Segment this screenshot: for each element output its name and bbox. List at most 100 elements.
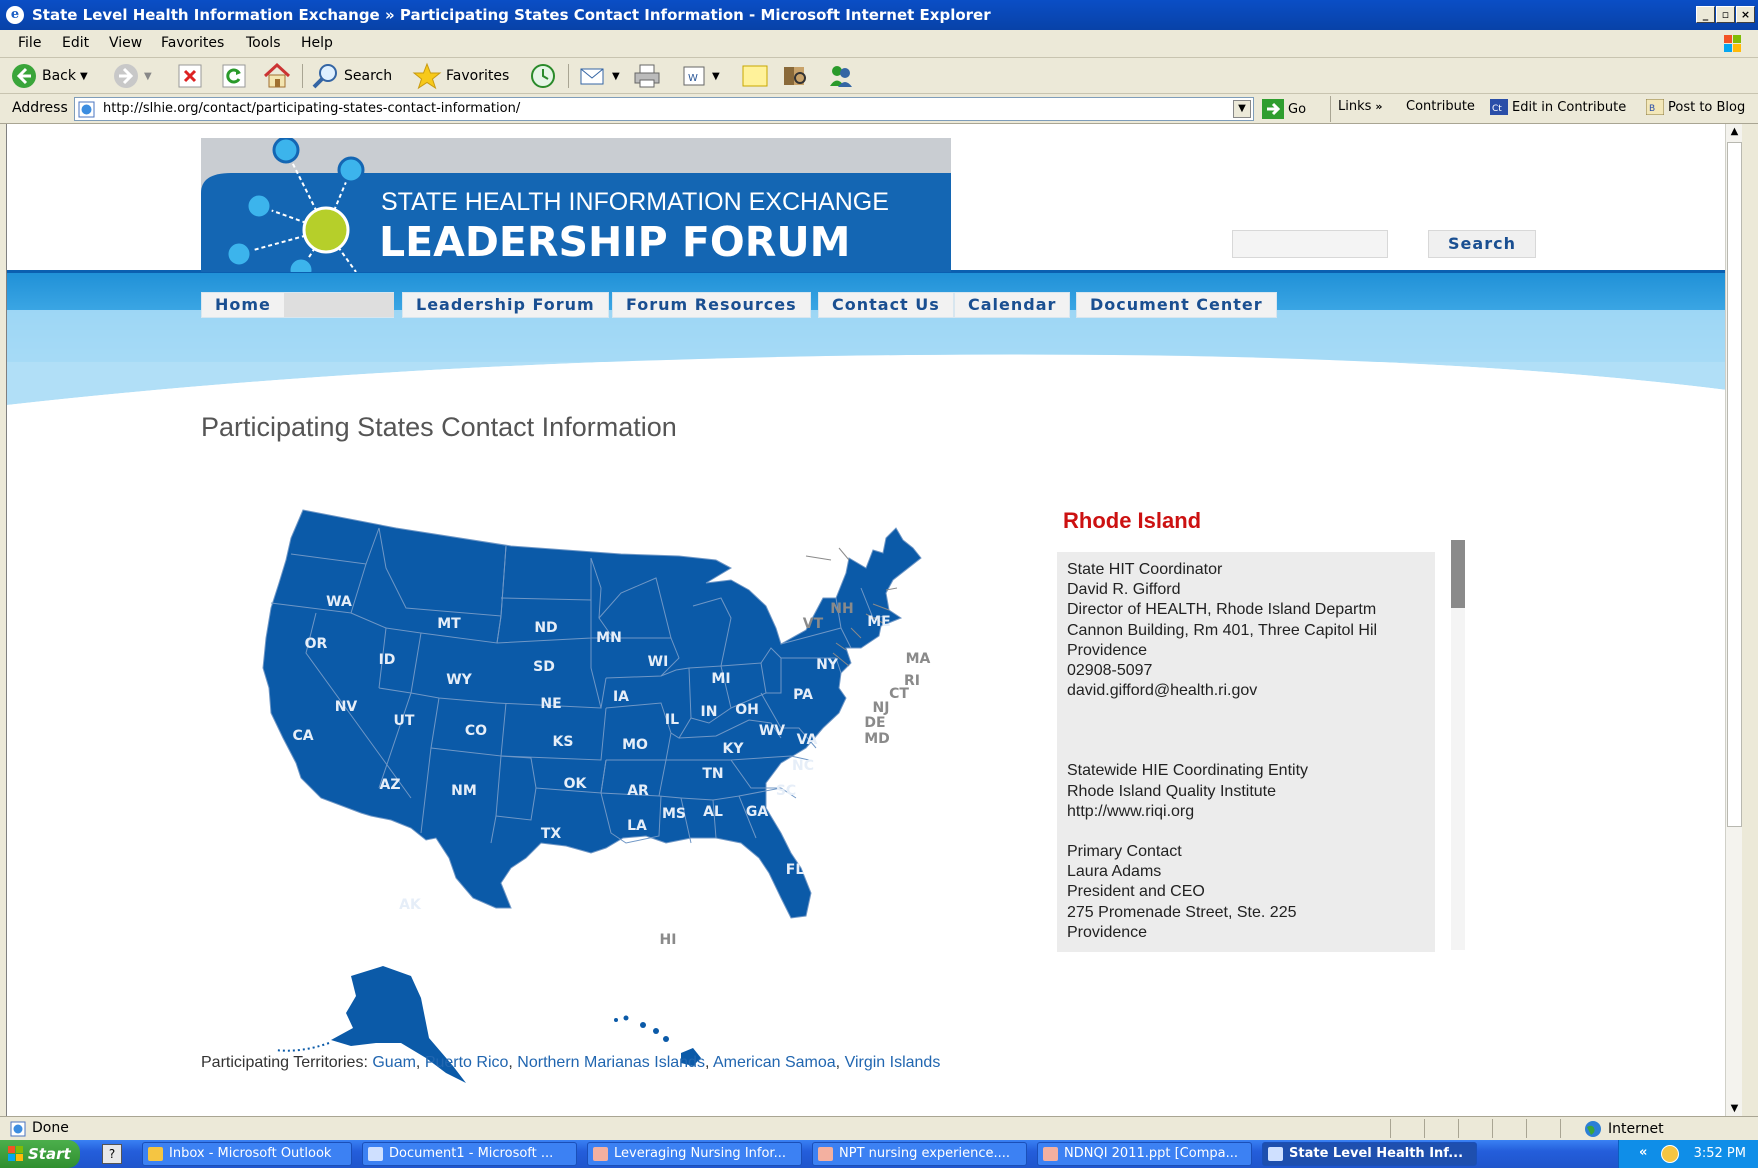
scroll-down-icon[interactable]: ▼ (1727, 1101, 1742, 1116)
nav-document-center[interactable]: Document Center (1076, 292, 1277, 318)
state-label-ar[interactable]: AR (627, 783, 649, 799)
state-label-pa[interactable]: PA (793, 687, 813, 703)
nav-home[interactable]: Home (201, 292, 394, 318)
scroll-up-icon[interactable]: ▲ (1727, 124, 1742, 139)
stop-button[interactable] (178, 62, 202, 90)
map-contiguous-us[interactable] (262, 509, 922, 919)
address-field[interactable]: http://slhie.org/contact/participating-s… (74, 97, 1254, 121)
territory-link-virgin-islands[interactable]: Virgin Islands (845, 1054, 941, 1071)
favorites-button[interactable]: Favorites (412, 62, 509, 90)
state-label-mt[interactable]: MT (437, 616, 461, 632)
restore-button[interactable]: ▫ (1716, 6, 1735, 23)
mail-button[interactable]: ▼ (578, 62, 620, 90)
task-ppt-npt[interactable]: NPT nursing experience.... (812, 1142, 1027, 1166)
state-label-co[interactable]: CO (465, 723, 487, 739)
state-label-vt[interactable]: VT (803, 616, 824, 632)
state-label-sd[interactable]: SD (533, 659, 555, 675)
territory-link-american-samoa[interactable]: American Samoa (713, 1054, 836, 1071)
state-label-ut[interactable]: UT (394, 713, 415, 729)
entity-url[interactable]: http://www.riqi.org (1067, 802, 1435, 822)
state-label-ak[interactable]: AK (399, 897, 422, 913)
state-label-ct[interactable]: CT (889, 686, 909, 702)
page-scroll-thumb[interactable] (1727, 142, 1742, 827)
state-label-in[interactable]: IN (701, 704, 718, 720)
state-label-nv[interactable]: NV (335, 699, 358, 715)
state-label-hi[interactable]: HI (660, 932, 677, 948)
contact-panel-scrollbar[interactable] (1451, 540, 1465, 950)
menu-tools[interactable]: Tools (246, 35, 281, 51)
contact-panel-scroll-thumb[interactable] (1451, 540, 1465, 608)
state-label-md[interactable]: MD (864, 731, 890, 747)
territory-link-guam[interactable]: Guam (372, 1054, 416, 1071)
state-label-sc[interactable]: SC (776, 783, 796, 799)
nav-contact-us[interactable]: Contact Us (818, 292, 954, 318)
state-label-al[interactable]: AL (703, 804, 723, 820)
state-label-mn[interactable]: MN (596, 630, 622, 646)
state-label-ia[interactable]: IA (613, 689, 629, 705)
state-label-fl[interactable]: FL (786, 862, 805, 878)
nav-forum-resources[interactable]: Forum Resources (612, 292, 811, 318)
state-label-nh[interactable]: NH (830, 601, 853, 617)
research-button[interactable] (780, 62, 810, 90)
start-button[interactable]: Start (0, 1140, 80, 1168)
state-label-la[interactable]: LA (627, 818, 647, 834)
task-ppt-leveraging[interactable]: Leveraging Nursing Infor... (587, 1142, 802, 1166)
task-ppt-ndnqi[interactable]: NDNQI 2011.ppt [Compa... (1037, 1142, 1252, 1166)
state-label-tx[interactable]: TX (541, 826, 562, 842)
site-search-button[interactable]: Search (1428, 230, 1536, 258)
site-search-input[interactable] (1232, 230, 1388, 258)
menu-file[interactable]: File (18, 35, 41, 51)
tray-expand-icon[interactable]: « (1639, 1145, 1647, 1160)
state-label-nc[interactable]: NC (792, 758, 814, 774)
post-to-blog-button[interactable]: B Post to Blog (1646, 99, 1745, 115)
edit-in-contribute-button[interactable]: Ct Edit in Contribute (1490, 99, 1626, 115)
state-label-ny[interactable]: NY (816, 657, 839, 673)
state-label-nd[interactable]: ND (534, 620, 557, 636)
minimize-button[interactable]: _ (1696, 6, 1715, 23)
state-label-me[interactable]: ME (867, 614, 891, 630)
state-label-nm[interactable]: NM (451, 783, 477, 799)
state-label-ky[interactable]: KY (723, 741, 745, 757)
discuss-button[interactable] (740, 62, 770, 90)
task-word[interactable]: Document1 - Microsoft ... (362, 1142, 577, 1166)
state-label-oh[interactable]: OH (735, 702, 759, 718)
state-label-ms[interactable]: MS (662, 806, 686, 822)
state-label-wy[interactable]: WY (446, 672, 472, 688)
nav-calendar[interactable]: Calendar (954, 292, 1071, 318)
state-label-mi[interactable]: MI (711, 671, 730, 687)
state-label-ok[interactable]: OK (564, 776, 588, 792)
media-button[interactable] (528, 62, 558, 90)
forward-button[interactable]: ▼ (112, 62, 152, 90)
state-label-wi[interactable]: WI (648, 654, 669, 670)
state-label-wa[interactable]: WA (326, 594, 352, 610)
refresh-button[interactable] (222, 62, 246, 90)
back-button[interactable]: Back ▼ (10, 62, 88, 90)
state-label-id[interactable]: ID (379, 652, 396, 668)
territory-link-northern-marianas[interactable]: Northern Marianas Islands (517, 1054, 705, 1071)
state-label-il[interactable]: IL (665, 712, 679, 728)
go-button[interactable]: Go (1262, 99, 1306, 119)
edit-button[interactable]: W ▼ (680, 62, 720, 90)
print-button[interactable] (632, 62, 662, 90)
state-label-ks[interactable]: KS (553, 734, 574, 750)
territory-link-puerto-rico[interactable]: Puerto Rico (425, 1054, 509, 1071)
nav-leadership-forum[interactable]: Leadership Forum (402, 292, 609, 318)
state-label-ca[interactable]: CA (292, 728, 313, 744)
close-button[interactable]: × (1736, 6, 1755, 23)
state-label-mo[interactable]: MO (622, 737, 648, 753)
address-url[interactable]: http://slhie.org/contact/participating-s… (103, 101, 520, 116)
task-outlook[interactable]: Inbox - Microsoft Outlook (142, 1142, 352, 1166)
task-ie-active[interactable]: State Level Health Inf... (1262, 1142, 1477, 1166)
contribute-button[interactable]: Contribute (1406, 99, 1475, 114)
menu-help[interactable]: Help (301, 35, 333, 51)
search-button[interactable]: Search (310, 62, 392, 90)
home-button[interactable] (262, 62, 292, 90)
menu-favorites[interactable]: Favorites (161, 35, 224, 51)
state-label-ma[interactable]: MA (906, 651, 931, 667)
address-dropdown-icon[interactable]: ▼ (1233, 100, 1251, 118)
menu-view[interactable]: View (109, 35, 142, 51)
state-label-ne[interactable]: NE (540, 696, 561, 712)
state-label-ga[interactable]: GA (746, 804, 768, 820)
state-label-wv[interactable]: WV (759, 723, 785, 739)
messenger-button[interactable] (826, 62, 856, 90)
